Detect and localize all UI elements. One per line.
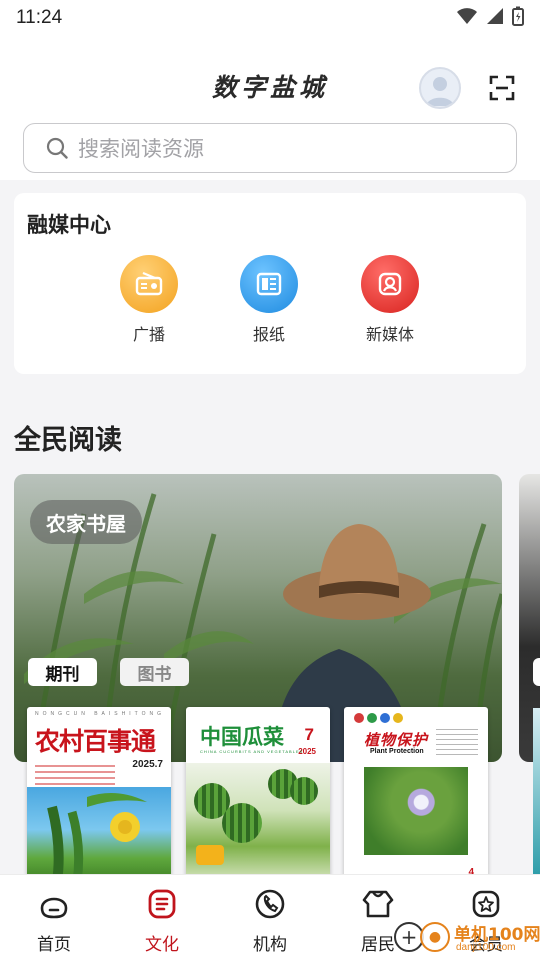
home-icon — [37, 887, 71, 921]
wifi-icon — [456, 7, 478, 29]
member-icon — [469, 887, 503, 921]
avatar[interactable] — [419, 67, 461, 109]
publisher-logos — [354, 713, 404, 723]
radio-icon — [120, 255, 178, 313]
signal-icon — [486, 7, 504, 29]
section-title-reading: 全民阅读 — [14, 425, 122, 456]
cover-photo — [27, 787, 171, 882]
culture-icon — [145, 887, 179, 921]
new-media-icon — [361, 255, 419, 313]
nav-label-culture: 文化 — [145, 935, 179, 955]
watermark-url: danji100.com — [456, 942, 516, 953]
next-banner-book — [533, 708, 540, 878]
nav-item-institution[interactable]: 机构 — [216, 875, 324, 960]
book-issue: 2025.7 — [132, 759, 163, 770]
watermark-logo-icon: ● — [420, 922, 450, 952]
book-title: 植物保护 — [364, 731, 429, 749]
book-cover-nongcun-baishitong[interactable]: NONGCUN BAISHITONG 农村百事通 2025.7 — [27, 707, 171, 882]
nav-item-culture[interactable]: 文化 — [108, 875, 216, 960]
battery-icon — [512, 6, 524, 30]
media-item-radio[interactable]: 广播 — [109, 255, 189, 345]
status-icons — [456, 6, 524, 30]
media-label-newspaper: 报纸 — [252, 325, 285, 344]
book-subtitle: CHINA CUCURBITS AND VEGETABLES — [200, 749, 304, 754]
book-title: 农村百事通 — [35, 727, 156, 756]
status-bar: 11:24 — [0, 0, 540, 36]
cover-photo — [186, 763, 330, 882]
book-cover-zhiwu-baohu[interactable]: 植物保护 Plant Protection 4 — [344, 707, 488, 882]
search-icon — [46, 137, 68, 159]
scan-button[interactable] — [486, 72, 518, 104]
book-title: 中国瓜菜 — [200, 725, 284, 749]
next-banner-tab — [533, 658, 540, 686]
farm-library-badge: 农家书屋 — [30, 500, 142, 544]
cover-photo — [364, 767, 468, 855]
search-input[interactable]: 搜索阅读资源 — [23, 123, 517, 173]
nav-item-home[interactable]: 首页 — [0, 875, 108, 960]
media-center-card: 融媒中心 广播 报纸 新媒体 — [14, 193, 526, 374]
book-subtitle: Plant Protection — [370, 748, 424, 755]
nav-label-home: 首页 — [37, 935, 71, 955]
media-item-newspaper[interactable]: 报纸 — [229, 255, 309, 345]
book-subtitle: NONGCUN BAISHITONG — [35, 711, 165, 717]
media-center-title: 融媒中心 — [27, 213, 111, 237]
app-header: 数字盐城 搜索阅读资源 — [0, 36, 540, 180]
media-label-new-media: 新媒体 — [365, 325, 414, 344]
tab-books[interactable]: 图书 — [120, 658, 189, 686]
book-issue-number: 7 — [304, 725, 314, 744]
nav-label-resident: 居民 — [361, 935, 395, 955]
cover-text-lines — [436, 729, 478, 759]
institution-icon — [253, 887, 287, 921]
cover-text-lines — [35, 765, 115, 785]
book-cover-zhongguo-guacai[interactable]: 中国瓜菜 7 2025 CHINA CUCURBITS AND VEGETABL… — [186, 707, 330, 882]
nav-label-institution: 机构 — [253, 935, 287, 955]
newspaper-icon — [240, 255, 298, 313]
scan-icon — [489, 75, 515, 101]
resident-icon — [361, 887, 395, 921]
media-label-radio: 广播 — [132, 325, 165, 344]
media-item-new-media[interactable]: 新媒体 — [350, 255, 430, 345]
tab-periodicals[interactable]: 期刊 — [28, 658, 97, 686]
search-placeholder: 搜索阅读资源 — [78, 137, 204, 161]
site-watermark: + ● 单机100网 danji100.com — [392, 918, 540, 960]
status-time: 11:24 — [16, 7, 63, 28]
user-avatar-icon — [426, 77, 454, 106]
